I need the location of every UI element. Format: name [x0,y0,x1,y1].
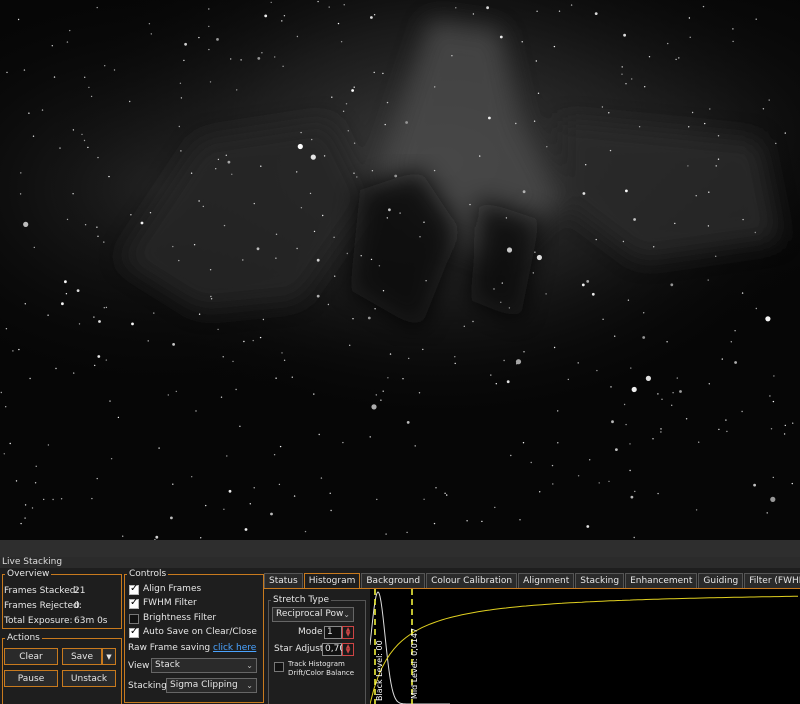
save-dropdown-button[interactable]: ▼ [102,648,116,665]
star-adjust-spinner[interactable]: ▲ ▼ [342,643,354,656]
tab-filter-fwhm[interactable]: Filter (FWHM) [744,573,800,588]
brightness-filter-checkbox[interactable] [129,614,139,624]
chevron-down-icon: ⌄ [246,681,253,690]
actions-group: Actions [2,633,122,704]
raw-frame-link[interactable]: click here [213,643,256,653]
tab-strip: Status Histogram Background Colour Calibrat… [264,573,800,588]
tab-guiding[interactable]: Guiding [698,573,744,588]
stacking-label: Stacking [128,681,167,691]
frames-stacked-value: 21 [74,586,86,596]
black-level-label: Black Level: 00 [375,640,384,701]
track-histogram-checkbox[interactable] [274,662,284,672]
controls-legend: Controls [129,569,167,579]
tab-background[interactable]: Background [361,573,426,588]
save-button[interactable]: Save [62,648,102,665]
tab-alignment[interactable]: Alignment [518,573,575,588]
fwhm-filter-checkbox[interactable] [129,597,139,609]
mid-level-label: Mid Level: 0,0147 [410,628,419,699]
view-select[interactable]: Stack ⌄ [151,658,257,673]
mode-input[interactable]: 1 [324,626,342,639]
stretch-type-select[interactable]: Reciprocal Pow ⌄ [272,607,354,622]
chevron-down-icon: ⌄ [343,610,350,619]
panel-title: Live Stacking [0,557,800,568]
raw-frame-saving-label: Raw Frame saving click here [128,643,257,653]
stacking-select[interactable]: Sigma Clipping ⌄ [166,678,257,693]
view-label: View [128,661,150,671]
star-adjust-label: Star Adjust [274,644,324,654]
fwhm-filter-label: FWHM Filter [143,598,197,608]
star-adjust-input[interactable]: 0,70 [322,643,345,656]
pause-button[interactable]: Pause [4,670,58,687]
stretch-curve [370,595,798,704]
frames-stacked-label: Frames Stacked: [4,586,79,596]
tab-histogram[interactable]: Histogram [303,573,361,588]
tab-status[interactable]: Status [264,573,303,588]
align-frames-label: Align Frames [143,584,202,594]
mode-spinner[interactable]: ▲ ▼ [342,626,354,639]
overview-legend: Overview [7,569,50,579]
total-exposure-value: 63m 0s [74,616,108,626]
clear-button[interactable]: Clear [4,648,58,665]
total-exposure-label: Total Exposure: [4,616,73,626]
brightness-filter-label: Brightness Filter [143,613,217,623]
chevron-down-icon: ⌄ [246,661,253,670]
mode-label: Mode [298,627,323,637]
stacked-image-view[interactable] [0,0,800,540]
tab-colour-calibration[interactable]: Colour Calibration [426,573,518,588]
frames-rejected-label: Frames Rejected: [4,601,82,611]
actions-legend: Actions [7,633,40,643]
auto-save-label: Auto Save on Clear/Close [143,627,257,637]
auto-save-checkbox[interactable] [129,626,139,638]
unstack-button[interactable]: Unstack [62,670,116,687]
nebula-image [0,0,800,540]
track-histogram-label: Track Histogram Drift/Color Balance [288,660,355,677]
splitter-bar[interactable] [0,540,800,557]
live-stacking-panel: Live Stacking Overview Frames Stacked: 2… [0,557,800,704]
histogram-chart[interactable]: Black Level: 00 Mid Level: 0,0147 [370,589,800,704]
frames-rejected-value: 0 [74,601,80,611]
tab-enhancement[interactable]: Enhancement [625,573,698,588]
stretch-type-legend: Stretch Type [273,595,329,605]
align-frames-checkbox[interactable] [129,583,139,595]
tab-stacking[interactable]: Stacking [575,573,625,588]
